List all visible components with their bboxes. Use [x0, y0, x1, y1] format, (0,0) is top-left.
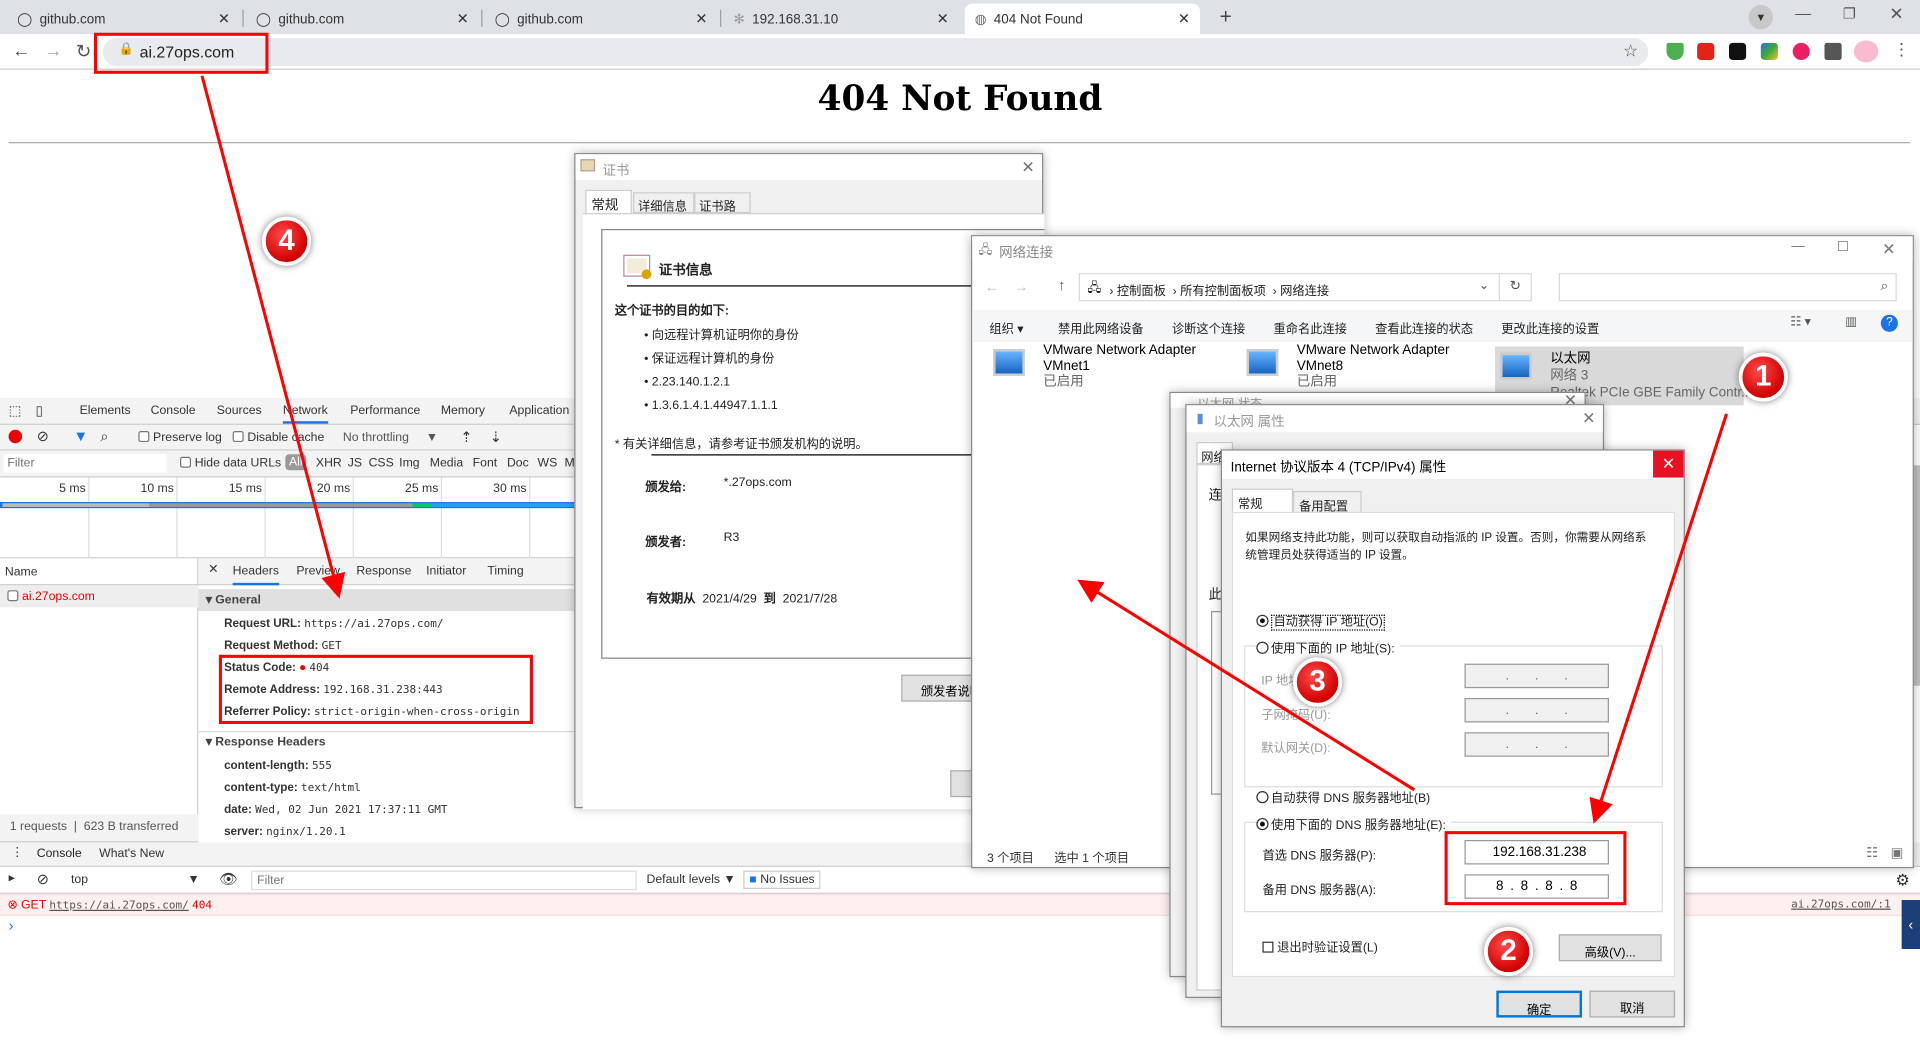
arrow-to-network-window — [1077, 579, 1416, 792]
arrow-to-devtools — [200, 75, 346, 599]
highlight-status-box — [218, 654, 533, 724]
highlight-url-box — [93, 32, 269, 74]
step-badge-2: 2 — [1484, 926, 1534, 976]
step-badge-4: 4 — [262, 216, 312, 266]
step-badge-1: 1 — [1738, 352, 1788, 402]
annotation-overlay — [93, 32, 1728, 906]
arrow-to-dns — [1589, 413, 1728, 824]
step-badge-3: 3 — [1293, 657, 1343, 707]
highlight-dns-box — [1444, 831, 1627, 906]
